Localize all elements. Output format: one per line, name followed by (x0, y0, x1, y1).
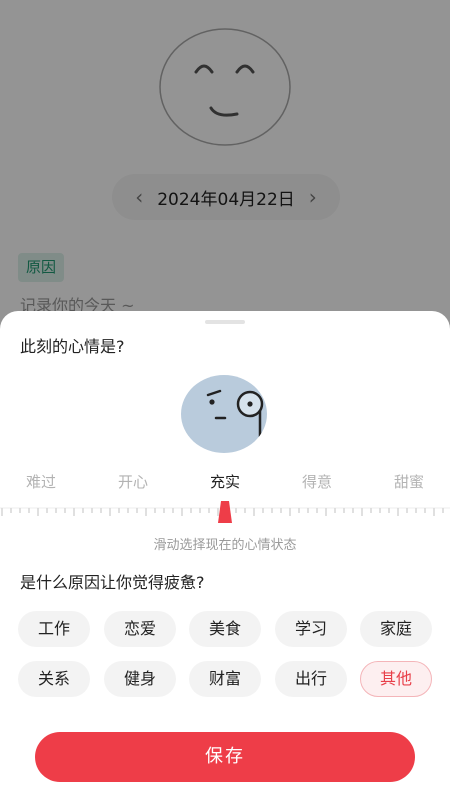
reason-chip-other[interactable]: 其他 (360, 661, 432, 697)
reason-chip-travel[interactable]: 出行 (275, 661, 347, 697)
drag-handle[interactable] (205, 320, 245, 324)
reason-chip-wealth[interactable]: 财富 (189, 661, 261, 697)
slider-hint: 滑动选择现在的心情状态 (153, 538, 297, 553)
reason-chip-fitness[interactable]: 健身 (104, 661, 176, 697)
reason-chip-food[interactable]: 美食 (189, 611, 261, 647)
reason-chip-work[interactable]: 工作 (18, 611, 90, 647)
reason-chip-family[interactable]: 家庭 (360, 611, 432, 647)
mood-slider-ruler[interactable] (0, 501, 450, 525)
mood-selector[interactable]: 难过 开心 充实 得意 甜蜜 (0, 471, 450, 493)
mood-option-selected[interactable]: 充实 (190, 471, 260, 492)
monocle-face-icon (181, 375, 267, 453)
slider-indicator (218, 501, 232, 523)
mood-option[interactable]: 开心 (98, 471, 168, 492)
mood-option[interactable]: 得意 (282, 471, 352, 492)
save-button[interactable]: 保存 (35, 732, 415, 782)
sheet-title: 此刻的心情是? (20, 337, 125, 356)
reason-question: 是什么原因让你觉得疲惫? (20, 573, 205, 592)
mood-option[interactable]: 难过 (6, 471, 76, 492)
mood-option[interactable]: 甜蜜 (374, 471, 444, 492)
reason-chip-study[interactable]: 学习 (275, 611, 347, 647)
reason-chip-relationship[interactable]: 关系 (18, 661, 90, 697)
mood-bottom-sheet: 此刻的心情是? 难过 开心 充实 得意 甜蜜 滑动选择现在的心情状态 是什么原因… (0, 311, 450, 800)
reason-chip-love[interactable]: 恋爱 (104, 611, 176, 647)
